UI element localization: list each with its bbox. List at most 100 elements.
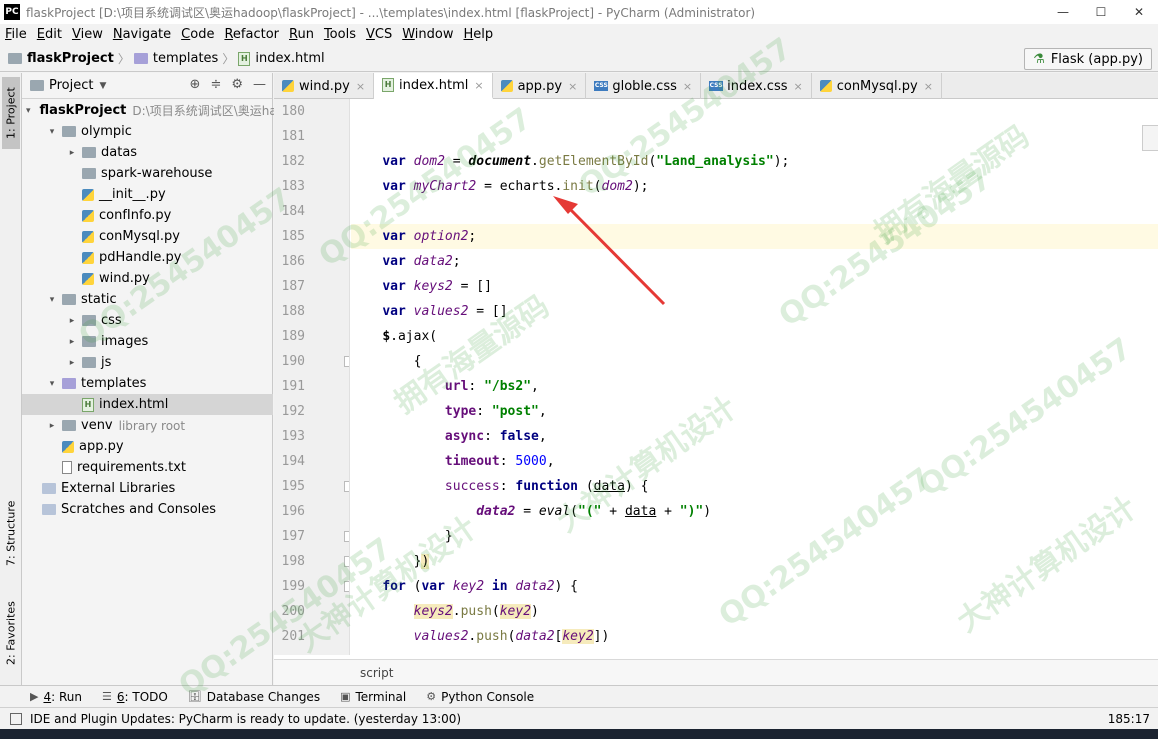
tree-item-label: flaskProject <box>39 103 127 118</box>
chevron-right-icon[interactable]: ▸ <box>46 421 58 431</box>
tool-window-button[interactable]: ▣ Terminal <box>340 690 406 704</box>
chevron-right-icon[interactable]: ▸ <box>66 358 78 368</box>
close-tab-icon[interactable]: × <box>683 80 692 93</box>
collapse-all-icon[interactable]: ≑ <box>210 77 221 92</box>
project-tool-tab[interactable]: 1: Project <box>2 77 20 149</box>
fold-marker-icon[interactable] <box>344 531 349 542</box>
tree-item[interactable]: conMysql.py <box>22 226 273 247</box>
project-panel-header: Project ▼ ⊕ ≑ ⚙ — <box>22 73 272 99</box>
nav-crumb-file-label: index.html <box>255 51 325 66</box>
favorites-tool-tab[interactable]: 2: Favorites <box>2 593 20 673</box>
tree-item[interactable]: wind.py <box>22 268 273 289</box>
editor-tab[interactable]: CSS globle.css × <box>586 73 702 99</box>
fold-marker-icon[interactable] <box>344 481 349 492</box>
menu-item[interactable]: Run <box>284 27 319 42</box>
chevron-down-icon[interactable]: ▾ <box>46 127 58 137</box>
fold-marker-icon[interactable] <box>344 581 349 592</box>
menu-item[interactable]: View <box>67 27 108 42</box>
tree-item[interactable]: ▸ images <box>22 331 273 352</box>
chevron-right-icon[interactable]: ▸ <box>66 316 78 326</box>
tree-item[interactable]: app.py <box>22 436 273 457</box>
close-tab-icon[interactable]: × <box>356 80 365 93</box>
close-tab-icon[interactable]: × <box>924 80 933 93</box>
tree-item[interactable]: spark-warehouse <box>22 163 273 184</box>
css-file-icon: CSS <box>594 81 609 91</box>
maximize-button[interactable]: ☐ <box>1082 0 1120 24</box>
status-toggle-icon[interactable] <box>10 712 22 725</box>
status-message[interactable]: IDE and Plugin Updates: PyCharm is ready… <box>30 712 461 726</box>
line-number-gutter: 180 181 182 183 184 185 186 187 188 189 190 191 192 1… <box>274 99 350 655</box>
chevron-down-icon[interactable]: ▼ <box>99 81 106 91</box>
fold-marker-icon[interactable] <box>344 356 349 367</box>
menu-item[interactable]: Tools <box>319 27 361 42</box>
editor-tab[interactable]: wind.py × <box>274 73 375 99</box>
menu-item[interactable]: Code <box>176 27 219 42</box>
editor-tab[interactable]: app.py × <box>493 73 587 99</box>
code-area[interactable]: var dom2 = document.getElementById("Land… <box>351 99 1158 655</box>
menu-item[interactable]: VCS <box>361 27 397 42</box>
tree-item-label: External Libraries <box>61 481 176 496</box>
locate-target-icon[interactable]: ⊕ <box>190 77 201 92</box>
tree-item[interactable]: __init__.py <box>22 184 273 205</box>
menu-item[interactable]: Refactor <box>219 27 284 42</box>
browser-preview-icon[interactable] <box>1142 125 1158 151</box>
tree-item[interactable]: pdHandle.py <box>22 247 273 268</box>
close-button[interactable]: ✕ <box>1120 0 1158 24</box>
gear-icon[interactable]: ⚙ <box>231 77 243 92</box>
run-configuration-selector[interactable]: ⚗ Flask (app.py) <box>1024 48 1152 70</box>
menu-item-label: indow <box>414 26 454 42</box>
code-line: var myChart2 = echarts.init(dom2); <box>382 179 649 194</box>
structure-tool-tab[interactable]: 7: Structure <box>2 493 20 573</box>
caret-position[interactable]: 185:17 <box>1108 712 1150 726</box>
tool-window-button[interactable]: ▶ 4: Run <box>30 690 82 704</box>
tree-item[interactable]: ▾ flaskProject D:\项目系统调试区\奥运had <box>22 100 284 121</box>
menu-item[interactable]: Help <box>459 27 499 42</box>
tree-item[interactable]: Hindex.html <box>22 394 273 415</box>
tree-item[interactable]: Scratches and Consoles <box>22 499 273 520</box>
line-number: 202 <box>282 649 305 655</box>
tree-item-label: static <box>81 292 117 307</box>
tree-item[interactable]: ▾ olympic <box>22 121 273 142</box>
line-number: 198 <box>281 554 305 569</box>
line-number: 194 <box>281 454 305 469</box>
tree-item[interactable]: ▸ venv library root <box>22 415 273 436</box>
nav-crumb-project[interactable]: flaskProject <box>8 51 114 66</box>
tool-window-button[interactable]: 🗄 Database Changes <box>188 690 320 704</box>
tree-item[interactable]: confInfo.py <box>22 205 273 226</box>
chevron-down-icon[interactable]: ▾ <box>46 379 58 389</box>
minimize-button[interactable]: — <box>1044 0 1082 24</box>
project-view-selector[interactable]: Project <box>49 78 93 93</box>
html-file-icon: H <box>82 397 94 412</box>
chevron-right-icon[interactable]: ▸ <box>66 337 78 347</box>
chevron-down-icon[interactable]: ▾ <box>46 295 58 305</box>
close-tab-icon[interactable]: × <box>474 79 483 92</box>
tree-item[interactable]: ▸ datas <box>22 142 273 163</box>
os-taskbar <box>0 729 1158 739</box>
menu-item[interactable]: File <box>0 27 32 42</box>
menu-item[interactable]: Window <box>397 27 458 42</box>
tree-item[interactable]: ▾ templates <box>22 373 273 394</box>
close-tab-icon[interactable]: × <box>568 80 577 93</box>
menu-item-mnemonic: V <box>71 26 81 42</box>
chevron-right-icon[interactable]: ▸ <box>66 148 78 158</box>
hide-panel-icon[interactable]: — <box>253 77 266 92</box>
code-line: $.ajax( <box>382 329 438 344</box>
tree-item[interactable]: External Libraries <box>22 478 273 499</box>
fold-marker-icon[interactable] <box>344 556 349 567</box>
close-tab-icon[interactable]: × <box>794 80 803 93</box>
tool-window-button[interactable]: ⚙ Python Console <box>426 690 534 704</box>
nav-crumb-file[interactable]: H index.html <box>238 51 325 66</box>
menu-item[interactable]: Navigate <box>108 27 176 42</box>
editor-tab[interactable]: conMysql.py × <box>812 73 942 99</box>
tree-item[interactable]: ▾ static <box>22 289 273 310</box>
nav-crumb-folder[interactable]: templates <box>133 51 218 66</box>
code-breadcrumb[interactable]: script <box>274 659 1158 685</box>
menu-item[interactable]: Edit <box>32 27 67 42</box>
tree-item[interactable]: ▸ js <box>22 352 273 373</box>
chevron-down-icon[interactable]: ▾ <box>26 106 31 116</box>
tree-item[interactable]: requirements.txt <box>22 457 273 478</box>
editor-tab[interactable]: CSS index.css × <box>701 73 812 99</box>
tool-window-button[interactable]: ☰ 6: TODO <box>102 690 168 704</box>
editor-tab[interactable]: Hindex.html × <box>374 73 493 99</box>
tree-item[interactable]: ▸ css <box>22 310 273 331</box>
